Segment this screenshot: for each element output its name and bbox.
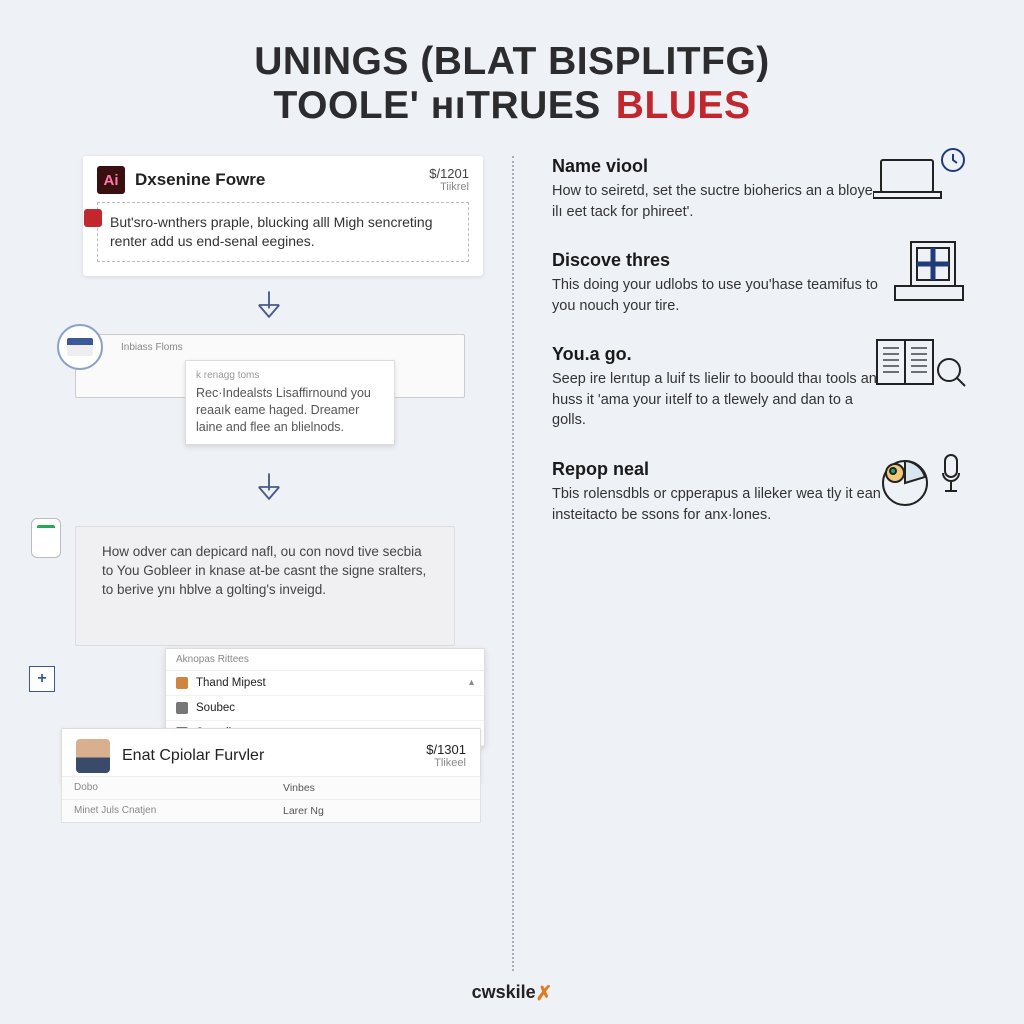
card-stack: How odver can depicard nafl, ou con novd…	[55, 516, 482, 826]
feature-body: Tbis rolensdbls or cpperapus a lileker w…	[552, 484, 882, 525]
right-column: Name viool How to seiretd, set the suctr…	[514, 156, 969, 971]
dropdown-header: Aknopas Rittees	[166, 649, 484, 671]
profile-name: Enat Cpiolar Furvler	[122, 747, 414, 765]
chip-icon	[31, 518, 61, 558]
price-value: $/1201	[429, 167, 469, 181]
card-app-price: $/1201 Tiikrel	[429, 167, 469, 193]
panel-tooltip-title: k renagg toms	[196, 369, 384, 383]
panel-thumb-icon	[57, 324, 103, 370]
feature-block: You.a go. Seep ire lerıtup a luif ts lie…	[552, 344, 969, 431]
card-panel: Inbiass Floms k renagg toms Rec·Indealst…	[75, 334, 482, 398]
app-icon: Ai	[97, 166, 125, 194]
feature-block: Repop neal Tbis rolensdbls or cpperapus …	[552, 459, 969, 525]
pie-mic-icon	[873, 449, 969, 518]
price-sub: Tlikeel	[426, 757, 466, 769]
laptop-clock-icon	[873, 146, 969, 209]
meta-value: Vinbes	[271, 776, 480, 799]
headline-line-1: UNINGS (BLAT BISPLITFG)	[55, 40, 969, 84]
arrow-down-icon	[55, 470, 482, 504]
headline: UNINGS (BLAT BISPLITFG) TOOLE' ʜıTRUES B…	[55, 40, 969, 128]
headline-line-2a: TOOLE' ʜıTRUES	[274, 84, 601, 127]
meta-grid: Dobo Vinbes Minet Juls Cnatjen Larer Ng	[61, 776, 481, 823]
panel-tooltip-body: Rec·Indealsts Lisaffirnound you reaaık e…	[196, 385, 384, 436]
card-stack-main: How odver can depicard nafl, ou con novd…	[75, 526, 455, 646]
list-item[interactable]: Soubec	[166, 696, 484, 721]
panel-tooltip: k renagg toms Rec·Indealsts Lisaffirnoun…	[185, 360, 395, 445]
chevron-up-icon: ▴	[469, 677, 474, 688]
feature-body: This doing your udlobs to use you'hase t…	[552, 275, 882, 316]
footer-brand: cwskile✗	[55, 971, 969, 1004]
brand-text: cwskile	[472, 982, 536, 1002]
book-search-icon	[873, 334, 969, 399]
profile-price: $/1301 Tlikeel	[426, 743, 466, 769]
plus-icon: +	[29, 666, 55, 692]
card-app: Ai Dxsenine Fowre $/1201 Tiikrel But'sro…	[83, 156, 483, 276]
avatar	[76, 739, 110, 773]
list-item-label: Thand Mipest	[196, 677, 266, 689]
feature-body: Seep ire lerıtup a luif ts lielir to boo…	[552, 369, 882, 431]
feature-block: Discove thres This doing your udlobs to …	[552, 250, 969, 316]
card-app-body-text: But'sro-wnthers praple, blucking alll Mi…	[110, 214, 433, 249]
meta-value: Larer Ng	[271, 799, 480, 822]
meta-key: Dobo	[62, 776, 271, 799]
list-item-label: Soubec	[196, 702, 235, 714]
list-item[interactable]: Thand Mipest ▴	[166, 671, 484, 696]
price-sub: Tiikrel	[429, 181, 469, 193]
meta-key: Minet Juls Cnatjen	[62, 799, 271, 822]
card-app-title: Dxsenine Fowre	[135, 170, 419, 190]
arrow-down-icon	[55, 288, 482, 322]
mini-badge-icon	[84, 209, 102, 227]
panel-label: Inbiass Floms	[121, 342, 183, 353]
price-value: $/1301	[426, 743, 466, 757]
window-grid-icon	[889, 240, 969, 311]
card-app-body: But'sro-wnthers praple, blucking alll Mi…	[97, 202, 469, 262]
brand-x-icon: ✗	[536, 981, 553, 1006]
feature-body: How to seiretd, set the suctre bioherics…	[552, 181, 882, 222]
feature-block: Name viool How to seiretd, set the suctr…	[552, 156, 969, 222]
headline-line-2b: BLUES	[616, 84, 751, 127]
left-column: Ai Dxsenine Fowre $/1201 Tiikrel But'sro…	[55, 156, 512, 971]
